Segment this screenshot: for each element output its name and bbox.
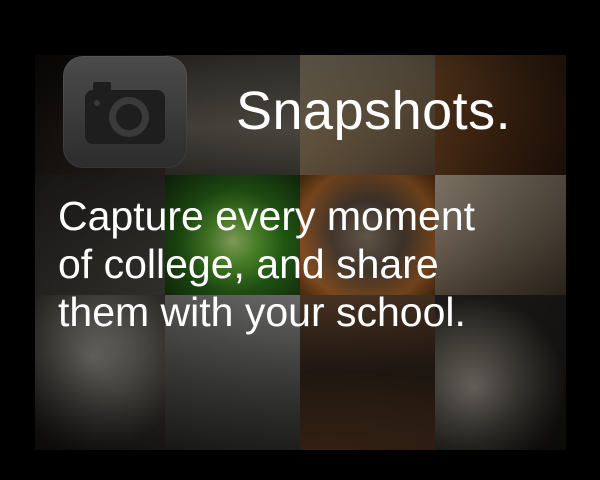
tagline-line: of college, and share <box>58 241 439 287</box>
camera-icon <box>85 82 165 144</box>
tagline-line: them with your school. <box>58 289 466 335</box>
tagline-line: Capture every moment <box>58 193 476 239</box>
app-icon <box>63 56 187 168</box>
app-title: Snapshots. <box>236 81 512 141</box>
tagline: Capture every moment of college, and sha… <box>58 192 578 336</box>
